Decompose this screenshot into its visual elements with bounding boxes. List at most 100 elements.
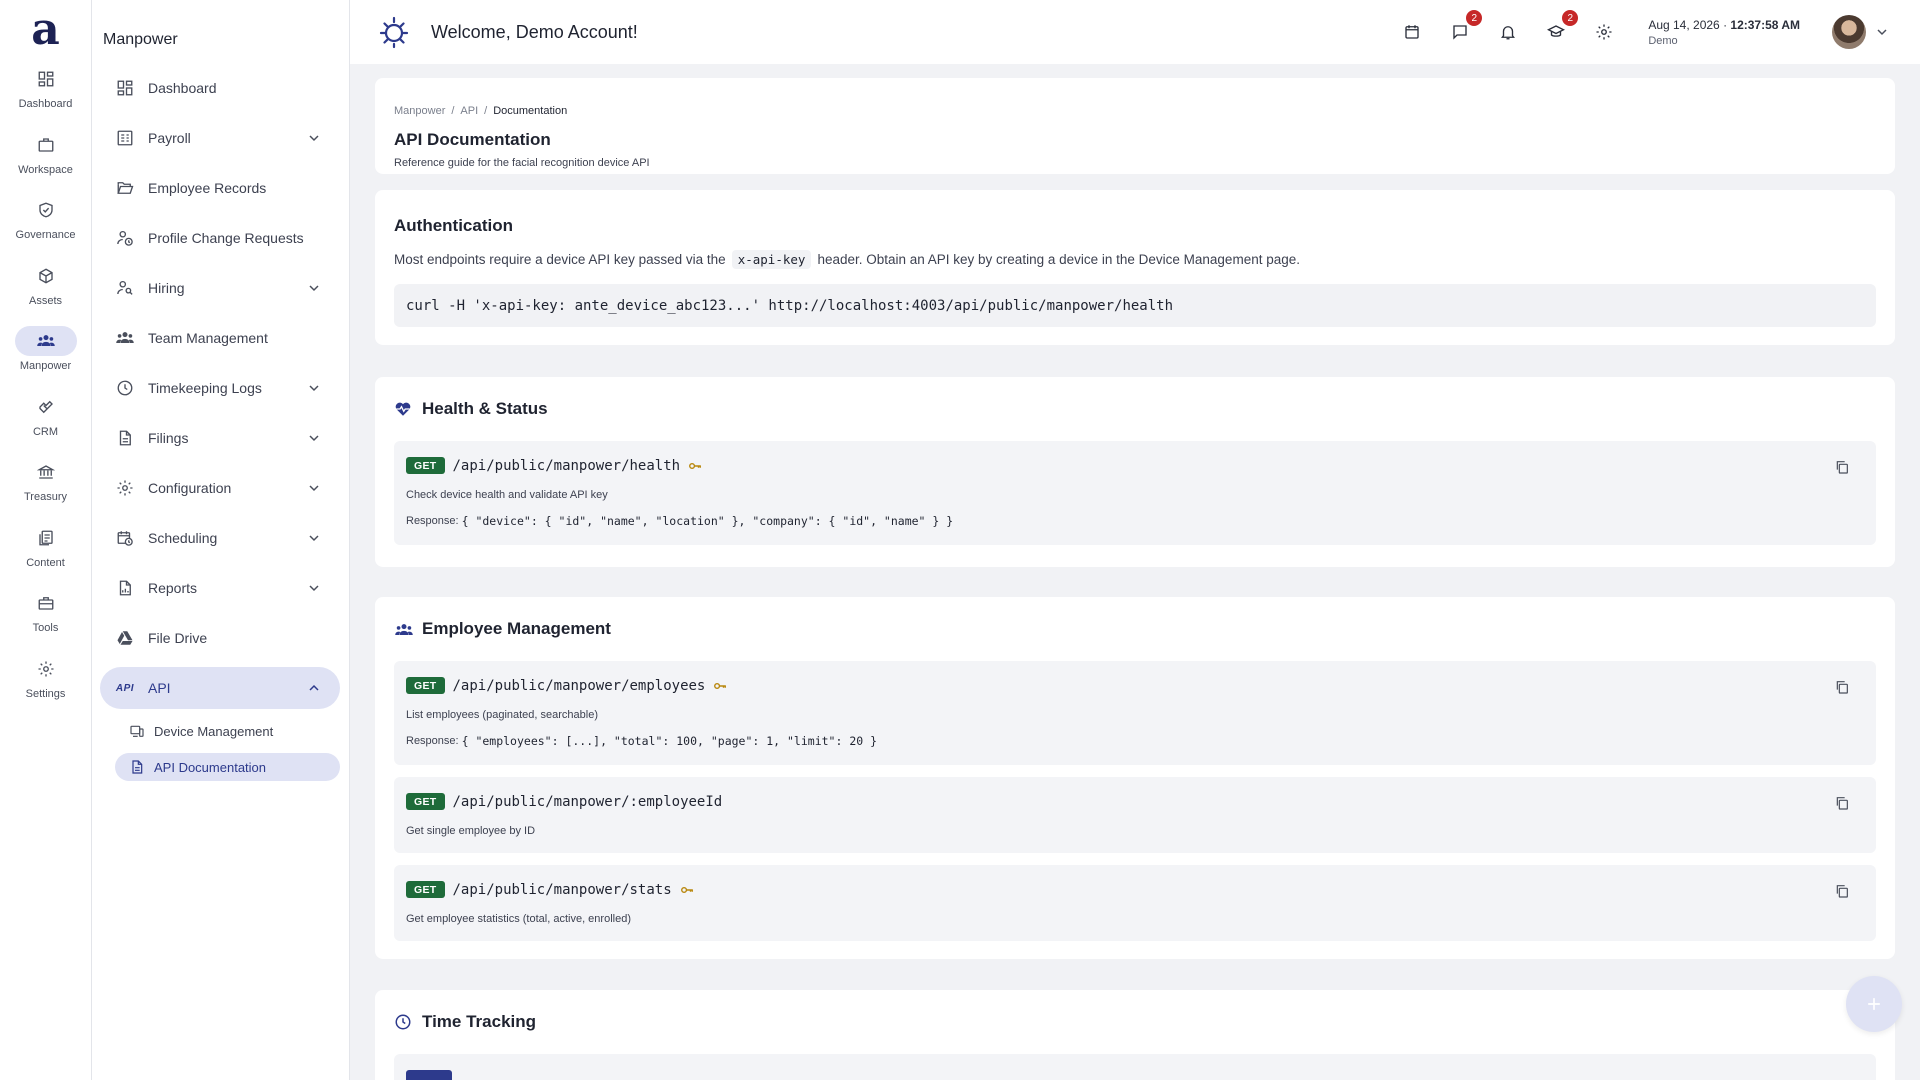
copy-button[interactable] — [1834, 459, 1850, 475]
graduation-cap-icon — [1547, 23, 1566, 41]
rail-item-tools[interactable]: Tools — [0, 584, 92, 650]
api-icon: API — [115, 682, 135, 694]
rail-item-treasury[interactable]: Treasury — [0, 453, 92, 519]
sidebar-item-payroll[interactable]: Payroll — [100, 117, 340, 159]
documents-icon — [15, 523, 77, 553]
clock-icon — [394, 1013, 412, 1031]
rail-label: Assets — [28, 294, 62, 307]
add-fab-button[interactable] — [1846, 976, 1902, 1032]
sidebar-item-file-drive[interactable]: File Drive — [100, 617, 340, 659]
sidebar-item-timekeeping-logs[interactable]: Timekeeping Logs — [100, 367, 340, 409]
key-icon — [680, 883, 694, 897]
plus-icon — [1864, 994, 1884, 1014]
sidebar-item-label: Dashboard — [148, 80, 217, 96]
notifications-button[interactable] — [1496, 20, 1520, 44]
rail-label: Governance — [15, 229, 76, 241]
response-label: Response: — [406, 735, 459, 747]
rail-item-settings[interactable]: Settings — [0, 650, 92, 716]
breadcrumb-api[interactable]: API — [460, 105, 478, 117]
rail-item-crm[interactable]: CRM — [0, 388, 92, 454]
sidebar-item-configuration[interactable]: Configuration — [100, 467, 340, 509]
section-title: Authentication — [394, 216, 513, 235]
breadcrumb-manpower[interactable]: Manpower — [394, 105, 445, 117]
rail-label: Settings — [25, 687, 66, 700]
curl-example[interactable]: curl -H 'x-api-key: ante_device_abc123..… — [394, 284, 1876, 327]
sidebar-item-profile-change-requests[interactable]: Profile Change Requests — [100, 217, 340, 259]
avatar[interactable] — [1832, 15, 1866, 49]
key-icon — [713, 679, 727, 693]
calendar-button[interactable] — [1400, 20, 1424, 44]
datetime-display: Aug 14, 2026 · 12:37:58 AM Demo — [1648, 18, 1800, 47]
chevron-down-icon — [306, 380, 322, 396]
rail-item-dashboard[interactable]: Dashboard — [0, 60, 92, 126]
sidebar-item-dashboard[interactable]: Dashboard — [100, 67, 340, 109]
sidebar-item-filings[interactable]: Filings — [100, 417, 340, 459]
sidebar-item-label: Payroll — [148, 130, 191, 146]
method-badge: GET — [406, 881, 445, 898]
endpoint-description: Get employee statistics (total, active, … — [406, 913, 631, 925]
response-body: { "device": { "id", "name", "location" }… — [461, 514, 954, 528]
rail-item-governance[interactable]: Governance — [0, 191, 92, 257]
copy-button[interactable] — [1834, 795, 1850, 811]
rail-item-content[interactable]: Content — [0, 519, 92, 585]
breadcrumb-separator: / — [451, 105, 455, 117]
sidebar-subitem-api-documentation[interactable]: API Documentation — [115, 753, 340, 781]
sidebar-item-label: Team Management — [148, 330, 268, 346]
sidebar-item-reports[interactable]: Reports — [100, 567, 340, 609]
chat-icon — [1451, 23, 1469, 41]
toolbox-icon — [15, 588, 77, 618]
employee-management-card: Employee Management GET /api/public/manp… — [375, 597, 1895, 959]
rail-item-assets[interactable]: Assets — [0, 257, 92, 323]
chevron-up-icon — [306, 680, 322, 696]
academy-button[interactable]: 2 — [1544, 10, 1579, 44]
rail-label: Treasury — [24, 491, 67, 503]
clock-icon — [114, 377, 136, 399]
sidebar-item-label: Scheduling — [148, 530, 218, 546]
sidebar-item-scheduling[interactable]: Scheduling — [100, 517, 340, 559]
copy-icon — [1834, 883, 1850, 899]
welcome-message: Welcome, Demo Account! — [431, 21, 638, 42]
rail-item-workspace[interactable]: Workspace — [0, 126, 92, 192]
header-name-code: x-api-key — [731, 250, 812, 269]
report-icon — [114, 577, 136, 599]
endpoint-line: GET /api/public/manpower/employees — [406, 677, 727, 694]
bank-icon — [15, 457, 77, 487]
endpoint-row: GET /api/public/manpower/stats Get emplo… — [394, 865, 1876, 941]
breadcrumb: Manpower / API / Documentation — [394, 105, 573, 117]
endpoint-line: GET /api/public/manpower/:employeeId — [406, 793, 722, 810]
sidebar-item-employee-records[interactable]: Employee Records — [100, 167, 340, 209]
app-logo[interactable]: a — [26, 8, 66, 52]
breadcrumb-current: Documentation — [493, 105, 568, 117]
settings-button[interactable] — [1592, 20, 1616, 44]
endpoint-line: GET /api/public/manpower/health — [406, 457, 702, 474]
sidebar-item-api[interactable]: API API — [100, 667, 340, 709]
datetime-line: Aug 14, 2026 · 12:37:58 AM — [1648, 18, 1800, 32]
chevron-down-icon — [306, 430, 322, 446]
section-title: Health & Status — [422, 399, 548, 418]
rail-label: Workspace — [18, 163, 73, 176]
endpoint-line: GET /api/public/manpower/stats — [406, 881, 694, 898]
method-badge: GET — [406, 457, 445, 474]
sidebar-nav: Dashboard Payroll Employee Records Profi… — [100, 67, 340, 789]
rail-item-manpower[interactable]: Manpower — [0, 322, 92, 388]
endpoint-row: GET /api/public/manpower/:employeeId Get… — [394, 777, 1876, 853]
copy-button[interactable] — [1834, 883, 1850, 899]
cube-icon — [15, 261, 77, 291]
folder-open-icon — [114, 177, 136, 199]
people-icon — [14, 326, 77, 356]
sidebar-subitem-device-management[interactable]: Device Management — [115, 717, 340, 745]
rail-label: CRM — [32, 425, 59, 438]
top-header: Welcome, Demo Account! 2 2 Aug 14, 2026 … — [350, 0, 1920, 64]
copy-button[interactable] — [1834, 679, 1850, 695]
key-icon — [688, 459, 702, 473]
sidebar-subitem-label: Device Management — [154, 723, 274, 739]
copy-icon — [1834, 459, 1850, 475]
endpoint-row — [394, 1054, 1876, 1080]
sidebar-item-hiring[interactable]: Hiring — [100, 267, 340, 309]
messages-button[interactable]: 2 — [1448, 10, 1483, 44]
sidebar-item-team-management[interactable]: Team Management — [100, 317, 340, 359]
app-rail: a Dashboard Workspace Governance Assets — [0, 0, 92, 1080]
chevron-down-icon[interactable] — [1874, 24, 1890, 40]
brand-mark-icon — [377, 15, 411, 49]
page-header-card: Manpower / API / Documentation API Docum… — [375, 78, 1895, 174]
